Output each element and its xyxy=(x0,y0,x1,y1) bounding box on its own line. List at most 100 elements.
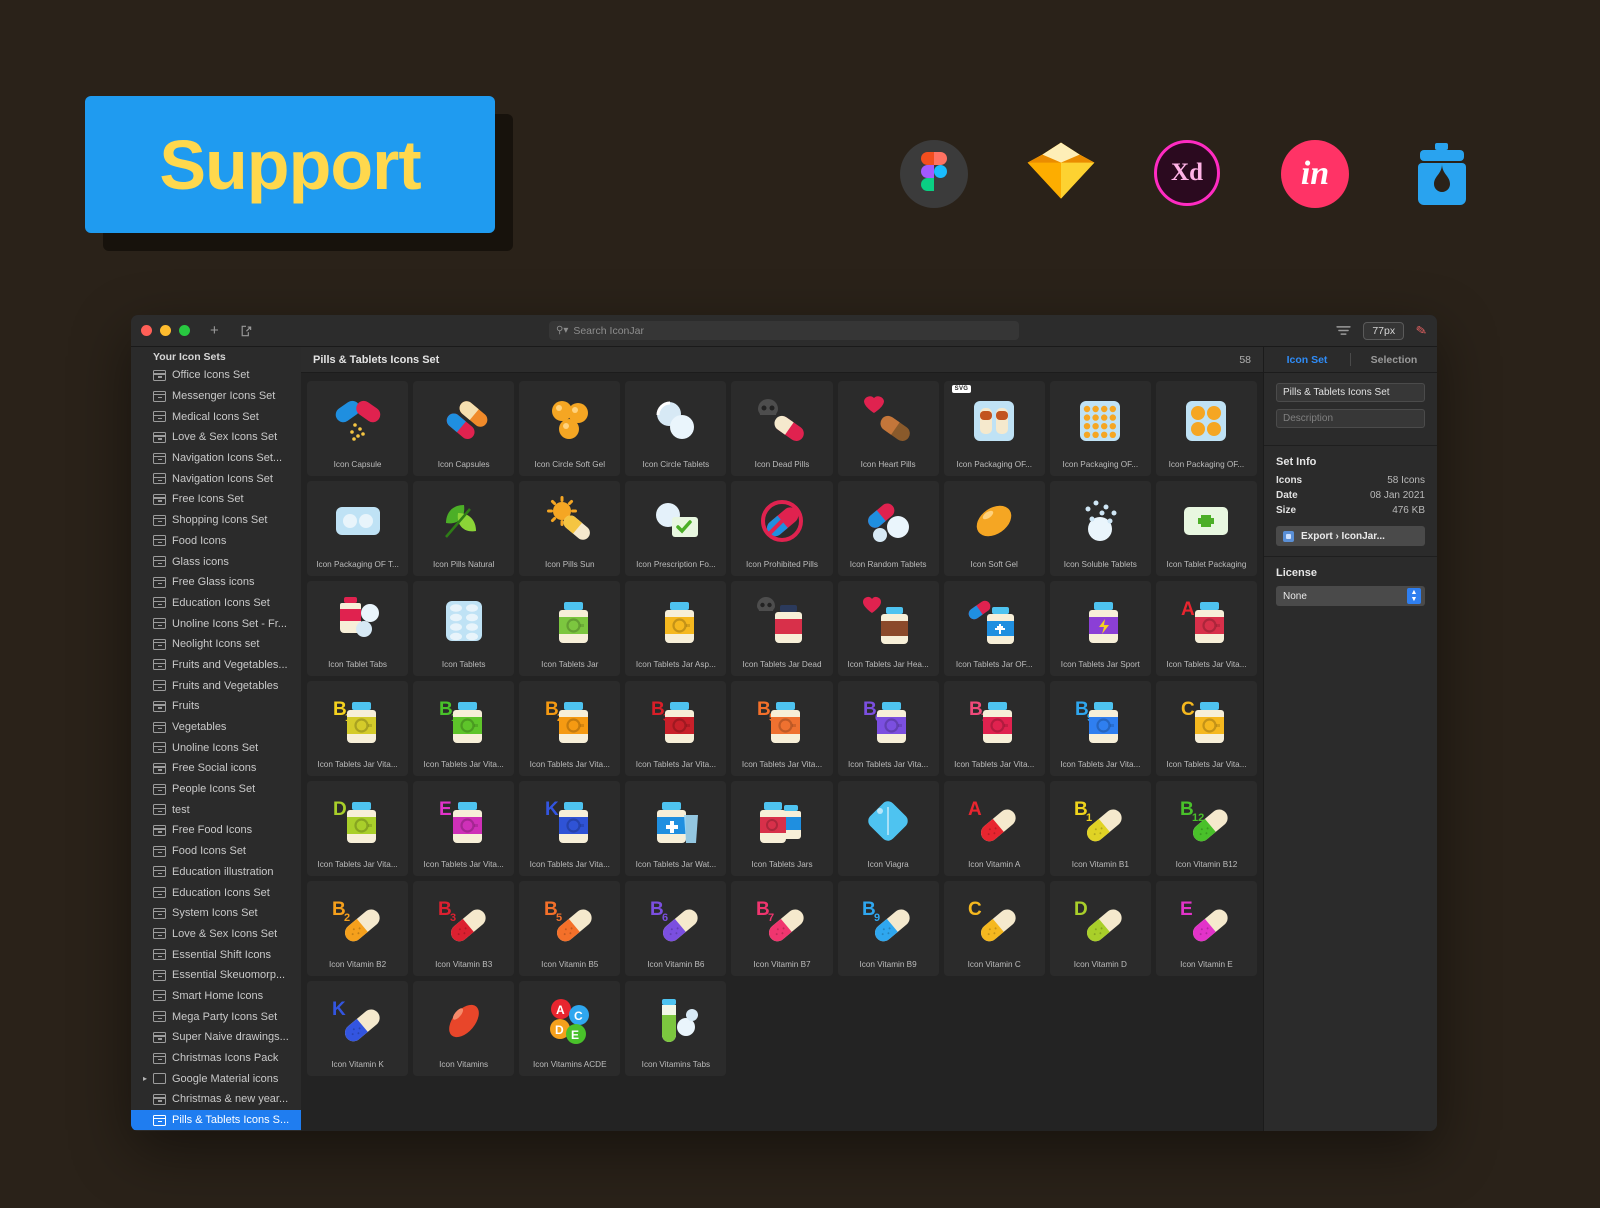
icon-cell[interactable]: B 12 Icon Tablets Jar Vita... xyxy=(413,681,515,776)
icon-cell[interactable]: Icon Random Tablets xyxy=(837,481,939,576)
icon-cell[interactable]: C Icon Tablets Jar Vita... xyxy=(1155,681,1257,776)
filter-icon[interactable] xyxy=(1336,325,1351,336)
tab-selection[interactable]: Selection xyxy=(1351,354,1437,366)
sidebar-item-love-sex-icons-set[interactable]: Love & Sex Icons Set xyxy=(131,924,301,945)
zoom-size-field[interactable]: 77px xyxy=(1363,321,1405,340)
sidebar-item-education-icons-set[interactable]: Education Icons Set xyxy=(131,593,301,614)
icon-cell[interactable]: D Icon Tablets Jar Vita... xyxy=(307,781,409,876)
pencil-icon[interactable]: ✎ xyxy=(1415,322,1429,340)
sidebar-item-mega-party-icons-set[interactable]: Mega Party Icons Set xyxy=(131,1006,301,1027)
icon-cell[interactable]: Icon Soluble Tablets xyxy=(1049,481,1151,576)
icon-cell[interactable]: B 2 Icon Vitamin B2 xyxy=(307,881,409,976)
icon-cell[interactable]: K Icon Tablets Jar Vita... xyxy=(519,781,621,876)
icon-cell[interactable]: Icon Capsules xyxy=(413,381,515,476)
chevron-updown-icon[interactable]: ▲ ▼ xyxy=(1407,588,1421,604)
sidebar-item-food-icons[interactable]: Food Icons xyxy=(131,531,301,552)
icon-cell[interactable]: B 9 Icon Vitamin B9 xyxy=(837,881,939,976)
icon-cell[interactable]: Icon Tablets Jar Sport xyxy=(1049,581,1151,676)
icon-cell[interactable]: Icon Tablets Jar Hea... xyxy=(837,581,939,676)
sidebar-item-test[interactable]: test xyxy=(131,799,301,820)
sidebar[interactable]: Your Icon Sets Office Icons Set Messenger… xyxy=(131,347,301,1131)
icon-cell[interactable]: B 3 Icon Vitamin B3 xyxy=(413,881,515,976)
icon-cell[interactable]: Icon Circle Soft Gel xyxy=(519,381,621,476)
sidebar-item-free-food-icons[interactable]: Free Food Icons xyxy=(131,820,301,841)
icon-cell[interactable]: B 3 Icon Tablets Jar Vita... xyxy=(625,681,727,776)
sidebar-item-super-naive-drawings[interactable]: Super Naive drawings... xyxy=(131,1027,301,1048)
icon-cell[interactable]: D Icon Vitamin D xyxy=(1049,881,1151,976)
icon-cell[interactable]: E Icon Vitamin E xyxy=(1155,881,1257,976)
icon-cell[interactable]: Icon Tablets Jar Wat... xyxy=(625,781,727,876)
icon-grid[interactable]: Icon Capsule Icon Capsules Icon Circle S… xyxy=(301,373,1263,1131)
set-description-field[interactable]: Description xyxy=(1276,409,1425,428)
icon-cell[interactable]: Icon Heart Pills xyxy=(837,381,939,476)
sidebar-item-vegetables[interactable]: Vegetables xyxy=(131,717,301,738)
sidebar-item-unoline-icons-set-fr[interactable]: Unoline Icons Set - Fr... xyxy=(131,613,301,634)
icon-cell[interactable]: B 2 Icon Tablets Jar Vita... xyxy=(519,681,621,776)
sidebar-item-love-sex-icons-set[interactable]: Love & Sex Icons Set xyxy=(131,427,301,448)
icon-cell[interactable]: B 1 Icon Tablets Jar Vita... xyxy=(307,681,409,776)
sidebar-item-medical-icons-set[interactable]: Medical Icons Set xyxy=(131,406,301,427)
icon-cell[interactable]: Icon Prescription Fo... xyxy=(625,481,727,576)
icon-cell[interactable]: B 5 Icon Tablets Jar Vita... xyxy=(731,681,833,776)
sidebar-item-free-social-icons[interactable]: Free Social icons xyxy=(131,758,301,779)
icon-cell[interactable]: B 6 Icon Tablets Jar Vita... xyxy=(837,681,939,776)
icon-cell[interactable]: B 9 Icon Tablets Jar Vita... xyxy=(1049,681,1151,776)
tab-icon-set[interactable]: Icon Set xyxy=(1264,354,1350,366)
icon-cell[interactable]: Icon Tablet Packaging xyxy=(1155,481,1257,576)
icon-cell[interactable]: Icon Packaging OF T... xyxy=(307,481,409,576)
icon-cell[interactable]: Icon Tablets Jars xyxy=(731,781,833,876)
sidebar-item-system-icons-set[interactable]: System Icons Set xyxy=(131,903,301,924)
icon-cell[interactable]: B 12 Icon Vitamin B12 xyxy=(1155,781,1257,876)
sidebar-item-christmas-new-year[interactable]: Christmas & new year... xyxy=(131,1089,301,1110)
icon-cell[interactable]: B 6 Icon Vitamin B6 xyxy=(625,881,727,976)
icon-cell[interactable]: Icon Packaging OF... xyxy=(1155,381,1257,476)
icon-cell[interactable]: A Icon Tablets Jar Vita... xyxy=(1155,581,1257,676)
sidebar-item-office-icons-set[interactable]: Office Icons Set xyxy=(131,365,301,386)
sidebar-item-navigation-icons-set[interactable]: Navigation Icons Set xyxy=(131,468,301,489)
icon-cell[interactable]: E Icon Tablets Jar Vita... xyxy=(413,781,515,876)
sidebar-item-education-illustration[interactable]: Education illustration xyxy=(131,862,301,883)
icon-cell[interactable]: C Icon Vitamin C xyxy=(943,881,1045,976)
icon-cell[interactable]: Icon Vitamins xyxy=(413,981,515,1076)
icon-cell[interactable]: B 1 Icon Vitamin B1 xyxy=(1049,781,1151,876)
sidebar-item-shopping-icons-set[interactable]: Shopping Icons Set xyxy=(131,510,301,531)
icon-cell[interactable]: Icon Circle Tablets xyxy=(625,381,727,476)
sidebar-item-unoline-icons-set[interactable]: Unoline Icons Set xyxy=(131,737,301,758)
support-button[interactable]: Support xyxy=(85,96,495,233)
icon-cell[interactable]: Icon Viagra xyxy=(837,781,939,876)
icon-cell[interactable]: Icon Prohibited Pills xyxy=(731,481,833,576)
sidebar-item-pills-tablets-icons-s[interactable]: Pills & Tablets Icons S... xyxy=(131,1109,301,1131)
sidebar-item-smart-home-icons[interactable]: Smart Home Icons xyxy=(131,986,301,1007)
icon-cell[interactable]: Icon Soft Gel xyxy=(943,481,1045,576)
export-button[interactable]: Export › IconJar... xyxy=(1276,526,1425,546)
sidebar-item-christmas-icons-pack[interactable]: Christmas Icons Pack xyxy=(131,1048,301,1069)
icon-cell[interactable]: Icon Tablets xyxy=(413,581,515,676)
set-name-field[interactable]: Pills & Tablets Icons Set xyxy=(1276,383,1425,402)
sidebar-item-glass-icons[interactable]: Glass icons xyxy=(131,551,301,572)
sidebar-list[interactable]: Office Icons Set Messenger Icons Set Medic… xyxy=(131,365,301,1131)
sidebar-item-google-material-icons[interactable]: ▸ Google Material icons xyxy=(131,1068,301,1089)
icon-cell[interactable]: B 5 Icon Vitamin B5 xyxy=(519,881,621,976)
sidebar-item-essential-skeuomorp[interactable]: Essential Skeuomorp... xyxy=(131,965,301,986)
sidebar-item-people-icons-set[interactable]: People Icons Set xyxy=(131,779,301,800)
sidebar-item-fruits[interactable]: Fruits xyxy=(131,696,301,717)
zoom-button[interactable] xyxy=(179,325,190,336)
sidebar-item-education-icons-set[interactable]: Education Icons Set xyxy=(131,882,301,903)
sidebar-item-free-icons-set[interactable]: Free Icons Set xyxy=(131,489,301,510)
icon-cell[interactable]: Icon Dead Pills xyxy=(731,381,833,476)
icon-cell[interactable]: Icon Vitamins Tabs xyxy=(625,981,727,1076)
minimize-button[interactable] xyxy=(160,325,171,336)
icon-cell[interactable]: Icon Packaging OF... xyxy=(1049,381,1151,476)
close-button[interactable] xyxy=(141,325,152,336)
sidebar-item-free-glass-icons[interactable]: Free Glass icons xyxy=(131,572,301,593)
icon-cell[interactable]: Icon Tablets Jar Dead xyxy=(731,581,833,676)
icon-cell[interactable]: A Icon Vitamin A xyxy=(943,781,1045,876)
export-icon[interactable] xyxy=(239,324,253,338)
icon-cell[interactable]: Icon Tablets Jar Asp... xyxy=(625,581,727,676)
sidebar-item-navigation-icons-set[interactable]: Navigation Icons Set... xyxy=(131,448,301,469)
icon-cell[interactable]: SVG Icon Packaging OF... xyxy=(943,381,1045,476)
icon-cell[interactable]: Icon Tablets Jar OF... xyxy=(943,581,1045,676)
license-select[interactable]: None ▲ ▼ xyxy=(1276,586,1425,606)
sidebar-item-fruits-and-vegetables[interactable]: Fruits and Vegetables... xyxy=(131,655,301,676)
inspector-tabs[interactable]: Icon Set Selection xyxy=(1264,347,1437,373)
